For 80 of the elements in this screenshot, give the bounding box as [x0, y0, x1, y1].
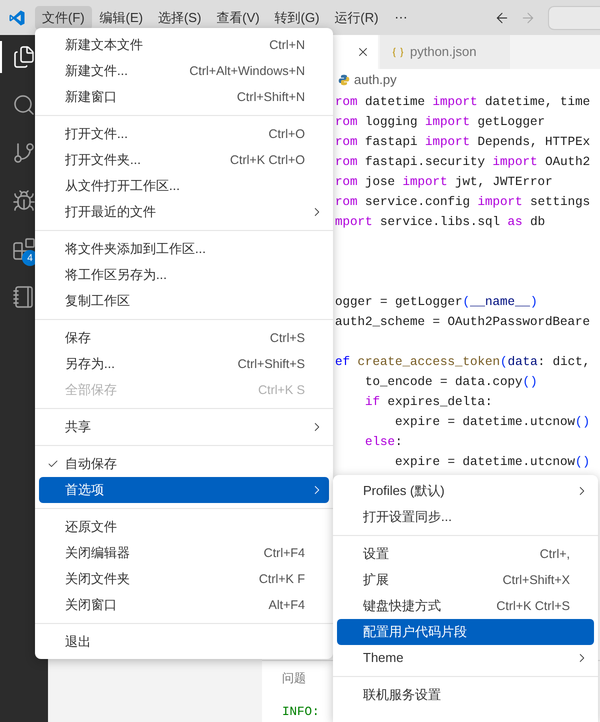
menu-item[interactable]: 将工作区另存为... — [39, 262, 329, 288]
menu-item[interactable]: Theme — [337, 645, 594, 671]
menu-item[interactable]: 退出 — [39, 629, 329, 655]
search-icon[interactable] — [12, 93, 36, 117]
code-line: if expires_delta: — [365, 395, 493, 409]
code-line: rom datetime import datetime, time — [335, 95, 590, 109]
menu-item[interactable]: 保存 Ctrl+S — [39, 325, 329, 351]
menu-item[interactable]: 新建文件... Ctrl+Alt+Windows+N — [39, 58, 329, 84]
shortcut-label: Ctrl+Shift+S — [238, 356, 305, 373]
code-line: rom fastapi.security import OAuth2 — [335, 155, 590, 169]
notebook-icon[interactable] — [12, 285, 36, 309]
menu-bar-item[interactable]: 查看(V) — [209, 6, 267, 30]
breadcrumb[interactable]: auth.py — [354, 70, 397, 90]
menu-item[interactable]: Profiles (默认) — [337, 478, 594, 504]
menu-bar-item[interactable]: 运行(R) — [327, 6, 386, 30]
shortcut-label: Ctrl+K Ctrl+O — [230, 152, 305, 169]
menu-item[interactable]: 新建文本文件 Ctrl+N — [39, 32, 329, 58]
shortcut-label: Ctrl+K S — [258, 382, 305, 399]
shortcut-label: Alt+F4 — [268, 596, 305, 614]
menu-bar-item[interactable]: 转到(G) — [268, 6, 326, 30]
menu-item[interactable]: 打开最近的文件 — [39, 199, 329, 225]
menu-item[interactable]: 自动保存 — [39, 451, 329, 477]
menu-item[interactable]: 打开文件夹... Ctrl+K Ctrl+O — [39, 147, 329, 173]
code-line: auth2_scheme = OAuth2PasswordBeare — [335, 315, 590, 329]
code-line: ogger = getLogger(__name__) — [335, 295, 538, 309]
python-file-icon — [338, 74, 350, 86]
code-line: expire = datetime.utcnow() — [395, 455, 590, 469]
shortcut-label: Ctrl+Alt+Windows+N — [189, 62, 305, 80]
shortcut-label: Ctrl+O — [268, 126, 305, 143]
menu-item[interactable]: 复制工作区 — [39, 288, 329, 314]
close-icon[interactable] — [356, 45, 370, 59]
menu-item[interactable]: 共享 — [39, 414, 329, 440]
menu-item[interactable]: 另存为... Ctrl+Shift+S — [39, 351, 329, 377]
menu-item[interactable]: 关闭编辑器 Ctrl+F4 — [39, 540, 329, 566]
branch-icon[interactable] — [12, 141, 36, 165]
menu-item[interactable]: 打开设置同步... — [337, 504, 594, 530]
app-logo-icon — [8, 8, 26, 26]
panel-tab[interactable]: 问题 — [282, 669, 306, 687]
code-line: rom logging import getLogger — [335, 115, 546, 129]
bug-icon[interactable] — [12, 189, 36, 213]
code-line: ef create_access_token(data: dict, — [335, 355, 590, 369]
menu-item[interactable]: 设置 Ctrl+, — [337, 541, 594, 567]
shortcut-label: Ctrl+N — [269, 36, 305, 54]
menu-bar-item[interactable]: 选择(S) — [150, 6, 208, 30]
shortcut-label: Ctrl+S — [270, 330, 305, 347]
menu-item[interactable]: 打开文件... Ctrl+O — [39, 121, 329, 147]
editor-tab[interactable]: python.json — [380, 35, 510, 69]
menu-item[interactable]: 关闭文件夹 Ctrl+K F — [39, 566, 329, 592]
shortcut-label: Ctrl+K F — [258, 570, 305, 588]
menu-item[interactable]: 首选项 — [39, 477, 329, 503]
menu-item[interactable]: 配置用户代码片段 — [337, 619, 594, 645]
shortcut-label: Ctrl+K Ctrl+S — [496, 598, 570, 615]
shortcut-label: Ctrl+Shift+N — [236, 88, 305, 106]
code-line: rom jose import jwt, JWTError — [335, 175, 553, 189]
menu-item[interactable]: 关闭窗口 Alt+F4 — [39, 592, 329, 618]
log-text: INFO: — [282, 704, 320, 721]
shortcut-label: Ctrl+Shift+X — [502, 572, 570, 589]
blocks-icon[interactable] — [12, 237, 36, 261]
menu-item[interactable]: 扩展 Ctrl+Shift+X — [337, 567, 594, 593]
more-button[interactable]: ⋯ — [386, 6, 416, 30]
menu-bar-item[interactable]: 文件(F) — [35, 6, 92, 30]
menu-item[interactable]: 还原文件 — [39, 514, 329, 540]
menu-item[interactable]: 新建窗口 Ctrl+Shift+N — [39, 84, 329, 110]
code-line: mport service.libs.sql as db — [335, 215, 546, 229]
code-line: to_encode = data.copy() — [365, 375, 538, 389]
code-line: expire = datetime.utcnow() — [395, 415, 590, 429]
code-line: else: — [365, 435, 403, 449]
menu-item[interactable]: 将文件夹添加到工作区... — [39, 236, 329, 262]
search-field[interactable] — [548, 6, 600, 30]
code-line: rom fastapi import Depends, HTTPEx — [335, 135, 590, 149]
files-icon[interactable] — [12, 45, 36, 69]
menu-item[interactable]: 从文件打开工作区... — [39, 173, 329, 199]
shortcut-label: Ctrl+F4 — [264, 544, 305, 562]
shortcut-label: Ctrl+, — [540, 546, 570, 563]
active-indicator — [0, 41, 2, 73]
menu-item[interactable]: 联机服务设置 — [337, 682, 594, 708]
menu-item[interactable]: 键盘快捷方式 Ctrl+K Ctrl+S — [337, 593, 594, 619]
braces-icon — [392, 46, 404, 58]
code-line: rom service.config import settings — [335, 195, 590, 209]
menu-bar-item[interactable]: 编辑(E) — [92, 6, 150, 30]
